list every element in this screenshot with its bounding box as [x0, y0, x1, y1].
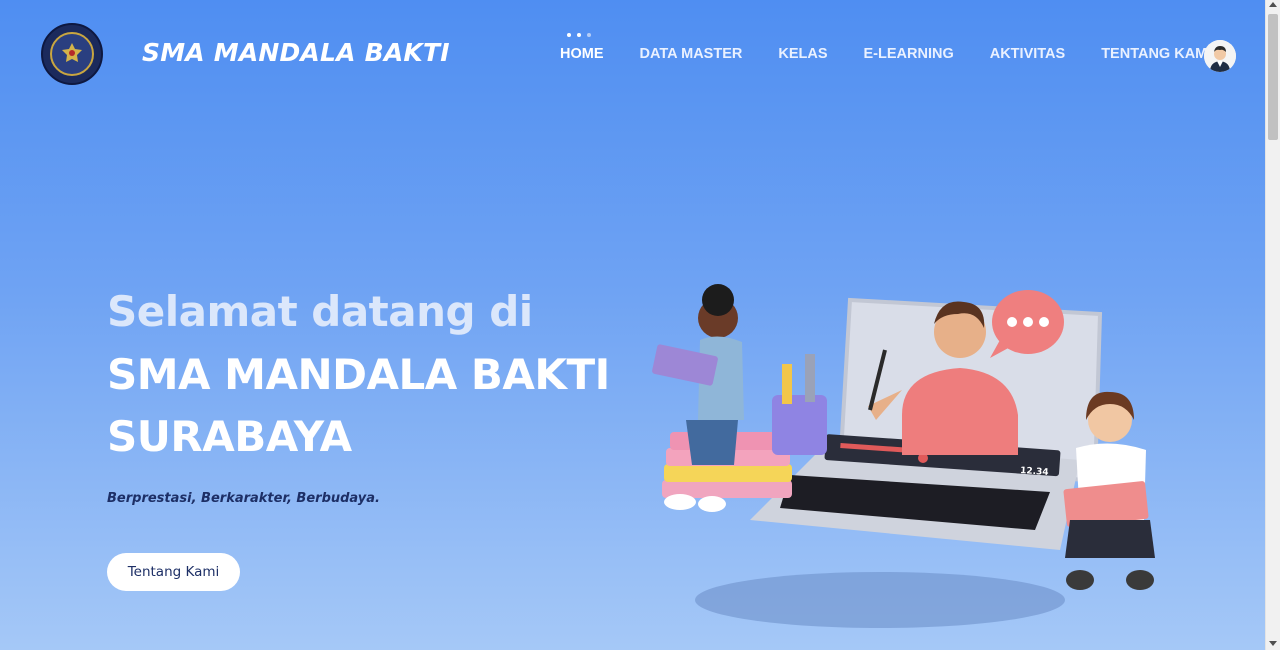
main-nav: HOME DATA MASTER KELAS E-LEARNING AKTIVI…	[560, 46, 1247, 62]
hero-tagline: Berprestasi, Berkarakter, Berbudaya.	[107, 491, 380, 506]
scroll-thumb[interactable]	[1268, 14, 1278, 140]
nav-dots	[567, 33, 591, 37]
emblem-icon	[50, 32, 94, 76]
nav-data-master[interactable]: DATA MASTER	[640, 46, 743, 62]
nav-tentang-kami[interactable]: TENTANG KAMI	[1101, 46, 1211, 62]
tentang-kami-button[interactable]: Tentang Kami	[107, 553, 240, 591]
nav-kelas[interactable]: KELAS	[778, 46, 827, 62]
scrollbar[interactable]	[1265, 0, 1280, 650]
nav-e-learning[interactable]: E-LEARNING	[864, 46, 954, 62]
e-learning-illustration: 12.34	[652, 284, 1155, 628]
hero-city: SURABAYA	[107, 412, 352, 461]
user-avatar-icon[interactable]	[1204, 40, 1236, 72]
nav-home[interactable]: HOME	[560, 46, 604, 62]
brand-title[interactable]: SMA MANDALA BAKTI	[142, 38, 450, 67]
nav-aktivitas[interactable]: AKTIVITAS	[990, 46, 1065, 62]
hero-school-name: SMA MANDALA BAKTI	[107, 350, 610, 399]
hero-greeting: Selamat datang di	[107, 287, 533, 336]
page: SMA MANDALA BAKTI HOME DATA MASTER KELAS…	[0, 0, 1265, 650]
scroll-up-arrow-icon[interactable]	[1269, 2, 1277, 7]
school-logo-icon[interactable]	[41, 23, 103, 85]
scroll-down-arrow-icon[interactable]	[1269, 641, 1277, 646]
video-time: 12.34	[1020, 466, 1049, 478]
